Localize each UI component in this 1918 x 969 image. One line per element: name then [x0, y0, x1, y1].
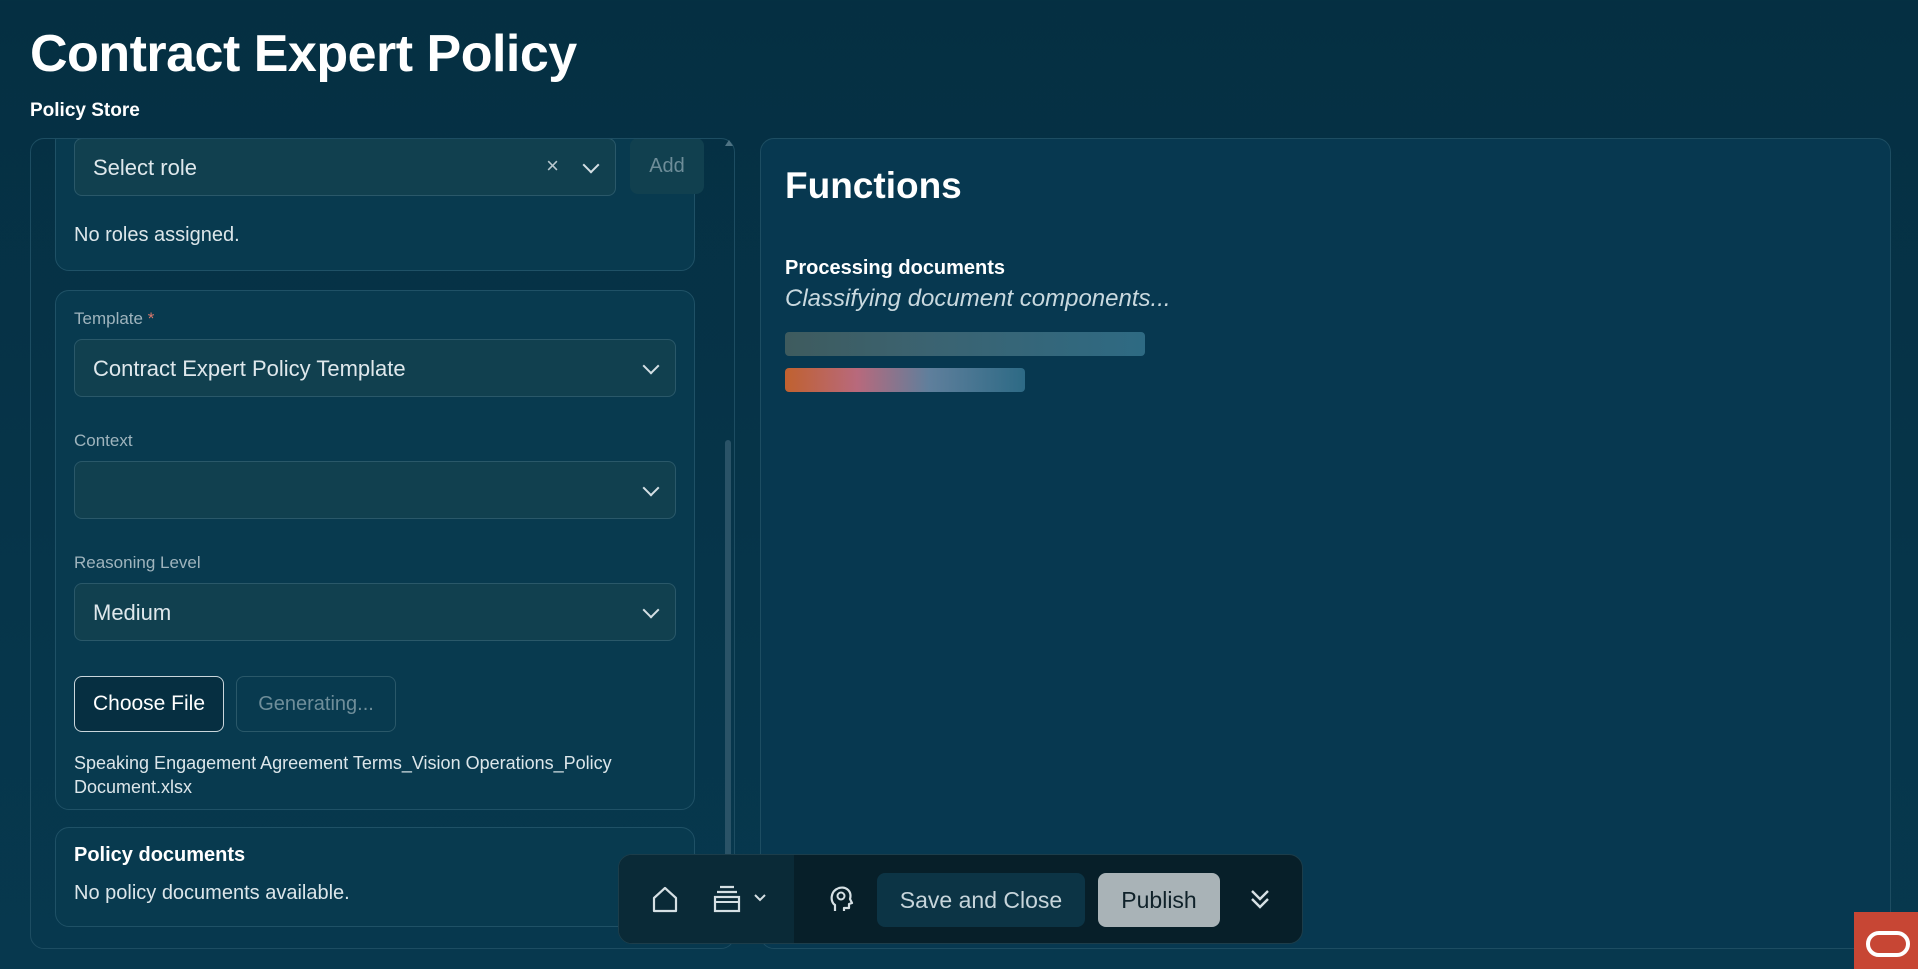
- selected-file-name: Speaking Engagement Agreement Terms_Visi…: [74, 753, 612, 797]
- layers-icon[interactable]: [711, 883, 743, 920]
- home-icon[interactable]: [649, 883, 681, 920]
- reasoning-level-select[interactable]: Medium: [74, 583, 676, 641]
- processing-status: Classifying document components...: [785, 285, 1171, 312]
- save-and-close-button[interactable]: Save and Close: [877, 873, 1085, 927]
- add-role-button[interactable]: Add: [630, 139, 704, 194]
- select-role-placeholder: Select role: [93, 155, 197, 180]
- functions-title: Functions: [785, 165, 962, 206]
- select-role-dropdown[interactable]: Select role ×: [74, 139, 616, 196]
- collapse-icon[interactable]: [1247, 885, 1273, 918]
- chevron-down-icon[interactable]: [582, 156, 600, 174]
- left-panel-scrollbar[interactable]: [722, 140, 734, 945]
- template-select[interactable]: Contract Expert Policy Template: [74, 339, 676, 397]
- context-label: Context: [74, 431, 133, 450]
- page-title: Contract Expert Policy: [30, 25, 577, 83]
- scroll-up-arrow-icon[interactable]: [725, 140, 733, 146]
- template-label: Template *: [74, 309, 155, 328]
- template-value: Contract Expert Policy Template: [93, 356, 406, 381]
- template-card: Template * Contract Expert Policy Templa…: [55, 290, 695, 810]
- oracle-logo-badge[interactable]: [1854, 912, 1918, 969]
- clear-icon[interactable]: ×: [546, 153, 559, 179]
- policy-documents-title: Policy documents: [74, 844, 246, 866]
- required-marker: *: [147, 309, 155, 328]
- policy-documents-card: Policy documents No policy documents ava…: [55, 827, 695, 927]
- policy-documents-empty-text: No policy documents available.: [74, 882, 350, 904]
- processing-title: Processing documents: [785, 257, 1006, 279]
- functions-panel: Functions Processing documents Classifyi…: [760, 138, 1891, 949]
- toolbar-nav-group: [619, 855, 794, 943]
- context-select[interactable]: [74, 461, 676, 519]
- reasoning-level-value: Medium: [93, 600, 172, 625]
- chevron-down-icon[interactable]: [642, 601, 660, 619]
- chevron-down-icon[interactable]: [642, 357, 660, 375]
- roles-empty-text: No roles assigned.: [74, 224, 240, 246]
- scrollbar-thumb[interactable]: [725, 440, 731, 860]
- loading-progress-bar: [785, 368, 1025, 392]
- chevron-down-icon[interactable]: [753, 891, 767, 910]
- page-header: Contract Expert Policy Policy Store: [30, 22, 577, 122]
- page-subtitle: Policy Store: [30, 100, 140, 121]
- chevron-down-icon[interactable]: [642, 479, 660, 497]
- generating-button[interactable]: Generating...: [236, 676, 396, 732]
- floating-toolbar: Save and Close Publish: [618, 854, 1303, 944]
- reasoning-level-label: Reasoning Level: [74, 553, 201, 572]
- roles-card: Select role × Add No roles assigned.: [55, 139, 704, 271]
- ai-assistant-icon[interactable]: [825, 883, 857, 920]
- choose-file-button[interactable]: Choose File: [74, 676, 224, 732]
- loading-skeleton-bar: [785, 332, 1145, 356]
- publish-button[interactable]: Publish: [1098, 873, 1220, 927]
- policy-form-panel[interactable]: Select role × Add No roles assigned. Tem…: [30, 138, 735, 949]
